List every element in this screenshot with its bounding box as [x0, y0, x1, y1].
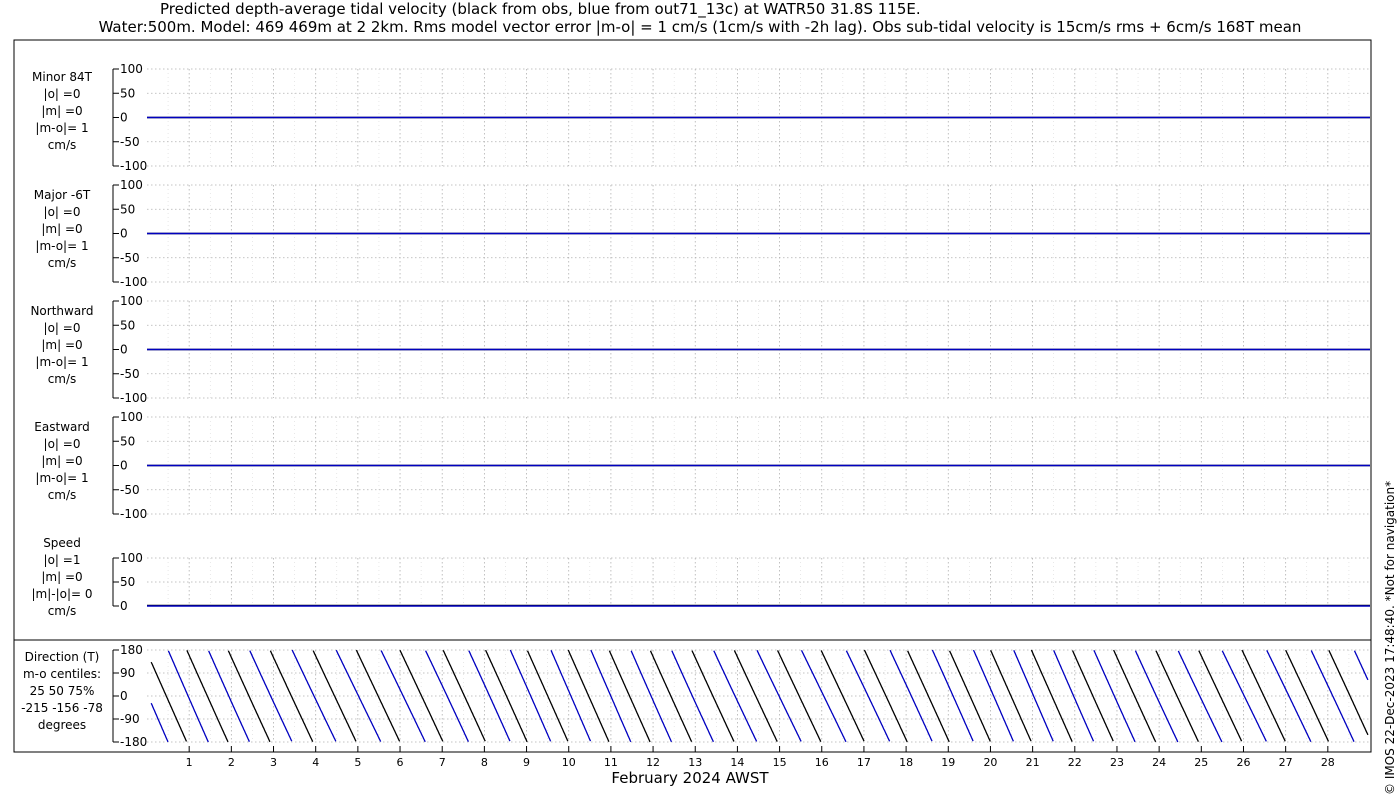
- y-tick-label: -90: [120, 712, 140, 726]
- y-tick-label: 0: [120, 111, 128, 125]
- x-tick-label: 22: [1068, 756, 1082, 769]
- y-tick-label: 50: [120, 202, 135, 216]
- y-label-line: Eastward: [34, 420, 89, 434]
- y-tick-label: 50: [120, 434, 135, 448]
- y-tick-label: -50: [120, 251, 140, 265]
- y-label-line: |m| =0: [41, 454, 82, 468]
- x-tick-label: 17: [857, 756, 871, 769]
- y-tick-label: 0: [120, 227, 128, 241]
- x-axis-label: February 2024 AWST: [611, 769, 769, 787]
- y-tick-label: -100: [120, 275, 147, 289]
- y-label-line: |m| =0: [41, 222, 82, 236]
- x-tick-label: 3: [270, 756, 277, 769]
- y-tick-label: 50: [120, 86, 135, 100]
- x-tick-label: 16: [815, 756, 829, 769]
- y-tick-label: 0: [120, 459, 128, 473]
- y-label-line: Northward: [30, 304, 93, 318]
- y-label-line: cm/s: [48, 488, 77, 502]
- y-tick-label: -180: [120, 735, 147, 749]
- y-tick-label: 0: [120, 599, 128, 613]
- y-label-line: |m-o|= 1: [35, 355, 88, 369]
- y-label-line: cm/s: [48, 256, 77, 270]
- y-label-line: degrees: [38, 718, 86, 732]
- y-tick-label: 180: [120, 643, 143, 657]
- x-tick-label: 5: [354, 756, 361, 769]
- y-tick-label: -50: [120, 135, 140, 149]
- y-label-line: Major -6T: [34, 188, 91, 202]
- y-label-line: |m| =0: [41, 104, 82, 118]
- y-tick-label: 100: [120, 294, 143, 308]
- x-tick-label: 12: [646, 756, 660, 769]
- y-label-line: |o| =0: [44, 205, 81, 219]
- y-tick-label: 100: [120, 551, 143, 565]
- y-tick-label: -50: [120, 483, 140, 497]
- y-label-line: m-o centiles:: [23, 667, 101, 681]
- x-tick-label: 14: [730, 756, 744, 769]
- y-label-line: |o| =1: [44, 553, 81, 567]
- y-tick-label: 50: [120, 318, 135, 332]
- x-tick-label: 7: [439, 756, 446, 769]
- y-label-line: |o| =0: [44, 437, 81, 451]
- y-label-line: |m-o|= 1: [35, 239, 88, 253]
- x-tick-label: 25: [1194, 756, 1208, 769]
- x-tick-label: 24: [1152, 756, 1166, 769]
- x-tick-label: 1: [186, 756, 193, 769]
- y-label-line: |m-o|= 1: [35, 471, 88, 485]
- y-label-line: cm/s: [48, 138, 77, 152]
- y-tick-label: 100: [120, 178, 143, 192]
- x-tick-label: 23: [1110, 756, 1124, 769]
- y-label-line: 25 50 75%: [30, 684, 95, 698]
- y-tick-label: 0: [120, 343, 128, 357]
- y-label-line: Direction (T): [25, 650, 100, 664]
- y-tick-label: 50: [120, 575, 135, 589]
- y-tick-label: 0: [120, 689, 128, 703]
- x-tick-label: 15: [773, 756, 787, 769]
- y-label-line: cm/s: [48, 604, 77, 618]
- y-tick-label: -100: [120, 159, 147, 173]
- y-label-line: cm/s: [48, 372, 77, 386]
- y-tick-label: -50: [120, 367, 140, 381]
- x-tick-label: 28: [1321, 756, 1335, 769]
- y-label-line: Minor 84T: [32, 70, 93, 84]
- chart-canvas: 100500-50-100Minor 84T|o| =0|m| =0|m-o|=…: [13, 39, 1372, 769]
- x-tick-label: 11: [604, 756, 618, 769]
- y-label-line: -215 -156 -78: [21, 701, 103, 715]
- x-tick-label: 2: [228, 756, 235, 769]
- y-label-line: |o| =0: [44, 87, 81, 101]
- y-tick-label: -100: [120, 507, 147, 521]
- x-tick-label: 19: [941, 756, 955, 769]
- y-tick-label: 90: [120, 666, 135, 680]
- y-label-line: |o| =0: [44, 321, 81, 335]
- y-label-line: |m|-|o|= 0: [31, 587, 92, 601]
- x-tick-label: 21: [1026, 756, 1040, 769]
- upper-frame: [13, 39, 1372, 641]
- x-tick-label: 13: [688, 756, 702, 769]
- copyright-note: © IMOS 22-Dec-2023 17:48:40. *Not for na…: [1383, 480, 1397, 795]
- x-tick-label: 4: [312, 756, 319, 769]
- x-tick-label: 26: [1236, 756, 1250, 769]
- y-label-line: |m| =0: [41, 338, 82, 352]
- y-label-line: Speed: [43, 536, 81, 550]
- x-tick-label: 27: [1279, 756, 1293, 769]
- y-tick-label: 100: [120, 410, 143, 424]
- x-tick-label: 8: [481, 756, 488, 769]
- x-tick-label: 9: [523, 756, 530, 769]
- y-label-line: |m-o|= 1: [35, 121, 88, 135]
- x-tick-label: 20: [983, 756, 997, 769]
- y-label-line: |m| =0: [41, 570, 82, 584]
- x-tick-label: 6: [397, 756, 404, 769]
- y-tick-label: -100: [120, 391, 147, 405]
- y-tick-label: 100: [120, 62, 143, 76]
- x-tick-label: 18: [899, 756, 913, 769]
- x-tick-label: 10: [562, 756, 576, 769]
